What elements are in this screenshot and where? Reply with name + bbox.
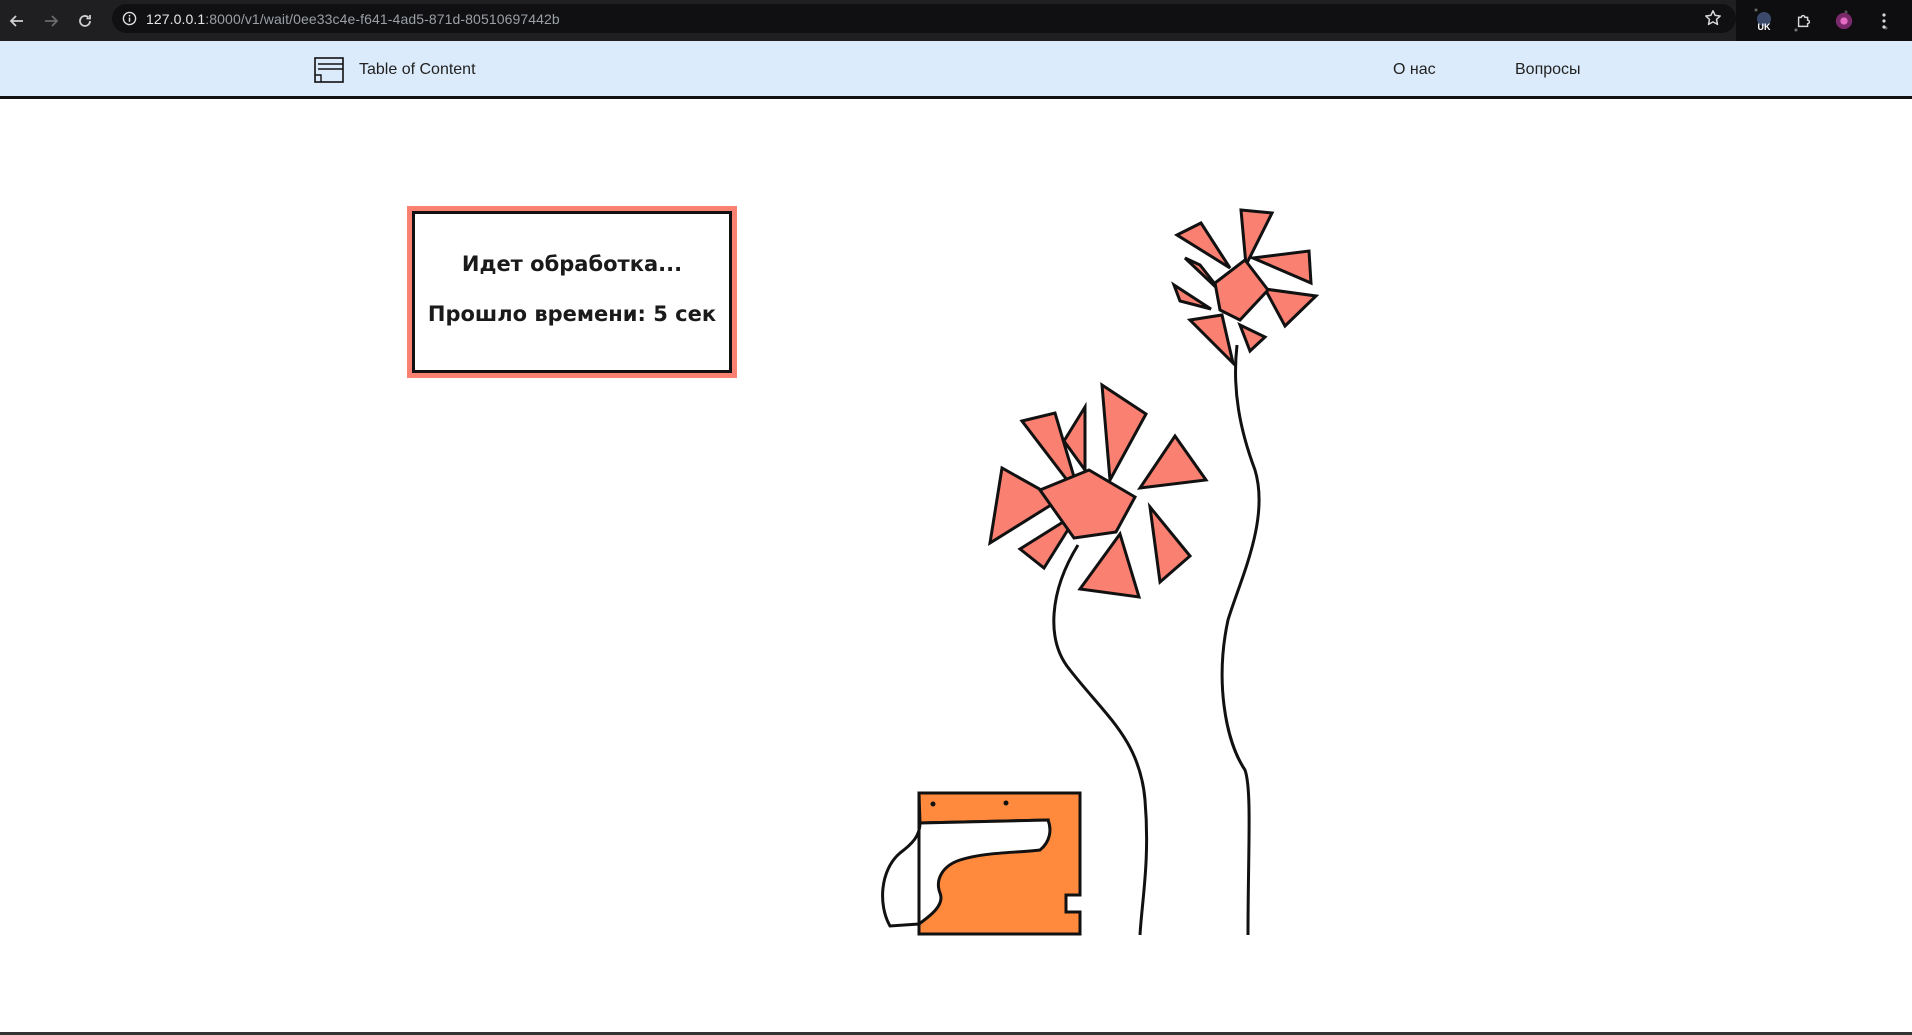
orange-box-character xyxy=(881,791,1082,936)
left-eye-icon xyxy=(930,801,936,807)
flowers-illustration xyxy=(881,208,1320,936)
right-flower xyxy=(1170,208,1320,368)
left-flower xyxy=(987,382,1209,599)
right-flower-stem xyxy=(1220,344,1261,936)
right-eye-icon xyxy=(1003,800,1009,806)
